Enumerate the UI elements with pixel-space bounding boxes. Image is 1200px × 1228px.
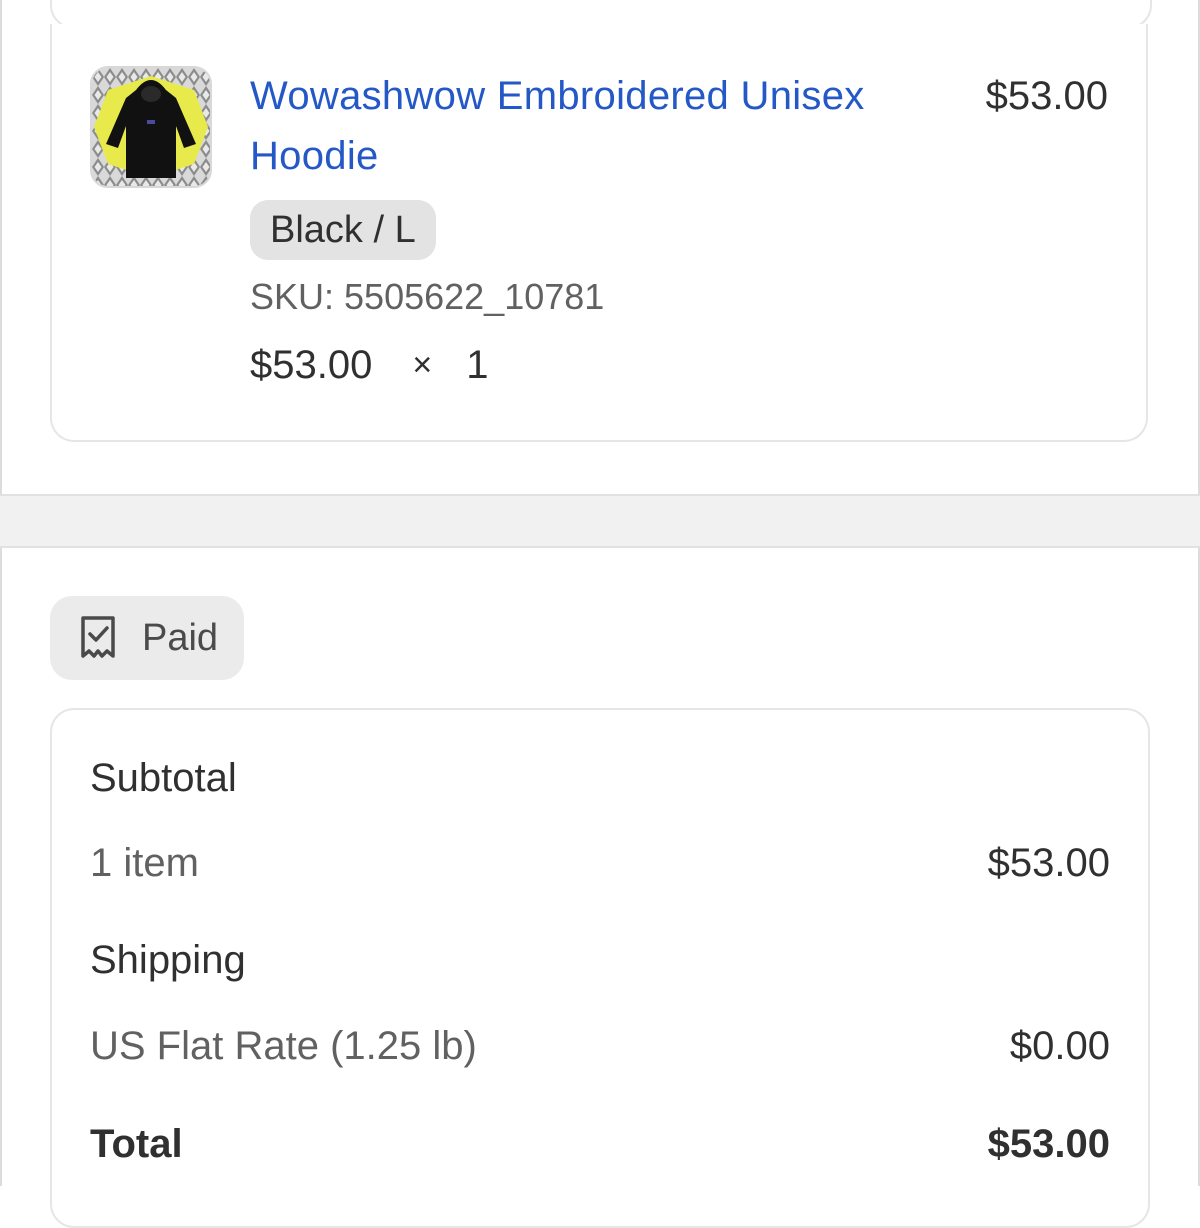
variant-badge: Black / L	[250, 200, 436, 260]
total-label: Total	[90, 1122, 183, 1166]
items-count: 1 item	[90, 841, 199, 885]
payment-status-label: Paid	[142, 616, 219, 659]
price-quantity-line: $53.00 × 1	[250, 338, 488, 392]
shipping-label: Shipping	[90, 938, 246, 982]
unit-price: $53.00	[250, 343, 373, 387]
line-item-total-price: $53.00	[985, 74, 1108, 118]
hoodie-product-image[interactable]	[90, 66, 212, 188]
multiply-sign: ×	[412, 346, 433, 384]
section-divider	[0, 496, 1200, 548]
section-border-left	[0, 548, 2, 1186]
sku-text: SKU: 5505622_10781	[250, 276, 605, 317]
line-item-card: Wowashwow Embroidered Unisex Hoodie $53.…	[50, 24, 1148, 442]
shipping-amount: $0.00	[1009, 1024, 1110, 1068]
order-items-section: Wowashwow Embroidered Unisex Hoodie $53.…	[0, 0, 1200, 496]
product-title-link[interactable]: Wowashwow Embroidered Unisex Hoodie	[250, 66, 940, 186]
subtotal-label: Subtotal	[90, 756, 237, 800]
section-border-left	[0, 0, 2, 494]
order-summary-card: Subtotal 1 item $53.00 Shipping US Flat …	[50, 708, 1150, 1228]
payment-section: Paid Subtotal 1 item $53.00 Shipping US …	[0, 548, 1200, 1228]
receipt-check-icon	[81, 616, 115, 658]
hoodie-thumbnail-icon	[92, 68, 210, 186]
total-amount: $53.00	[987, 1122, 1110, 1166]
payment-status-badge: Paid	[50, 596, 244, 680]
shipping-method: US Flat Rate (1.25 lb)	[90, 1024, 477, 1068]
quantity-value: 1	[466, 343, 489, 387]
subtotal-amount: $53.00	[987, 841, 1110, 885]
